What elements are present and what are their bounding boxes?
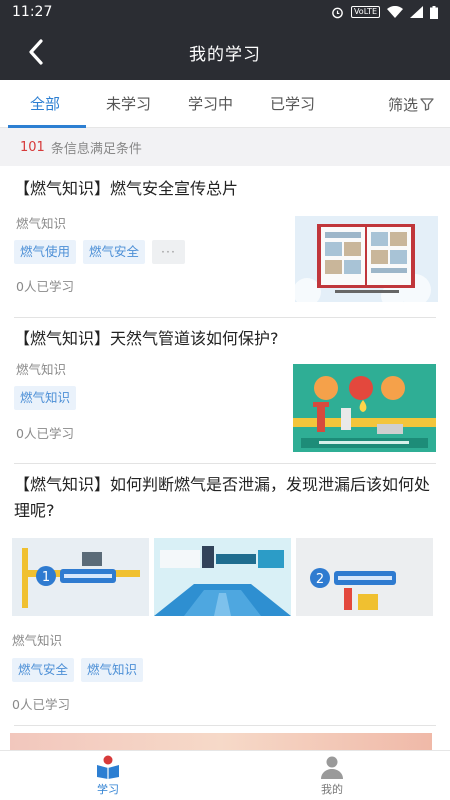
tab-all[interactable]: 全部 <box>30 80 60 128</box>
course-card-2[interactable]: 【燃气知识】天然气管道该如何保护? 燃气知识 燃气知识 0人已学习 <box>0 318 450 464</box>
image-illustration-3: 2 <box>296 538 433 616</box>
tab-in-progress[interactable]: 学习中 <box>188 80 233 128</box>
learner-count: 0人已学习 <box>16 426 74 441</box>
course-title: 【燃气知识】燃气安全宣传总片 <box>14 179 239 198</box>
course-category: 燃气知识 <box>16 362 67 377</box>
tabbar-study-label: 学习 <box>97 783 119 796</box>
thumbnail-illustration <box>295 216 438 302</box>
tab-completed[interactable]: 已学习 <box>270 80 315 128</box>
filter-label: 筛选 <box>387 95 418 114</box>
image-illustration-2 <box>154 538 291 616</box>
result-count-bar: 101 条信息满足条件 <box>0 128 450 166</box>
course-tag[interactable]: 燃气安全 <box>83 240 146 264</box>
course-thumbnail[interactable] <box>293 364 436 452</box>
course-tags: 燃气安全 燃气知识 <box>12 658 144 682</box>
course-card-3[interactable]: 【燃气知识】如何判断燃气是否泄漏，发现泄漏后该如何处理呢? 1 2 燃气知识 燃… <box>0 464 450 726</box>
nav-bar: 我的学习 <box>0 24 450 80</box>
step-number-1: 1 <box>42 570 50 585</box>
course-tags: 燃气知识 <box>14 386 77 410</box>
thumbnail-illustration <box>293 364 436 452</box>
course-title: 【燃气知识】天然气管道该如何保护? <box>14 329 279 348</box>
course-title: 【燃气知识】如何判断燃气是否泄漏，发现泄漏后该如何处理呢? <box>14 475 431 520</box>
volte-badge: VoLTE <box>350 6 380 18</box>
tabbar-profile-label: 我的 <box>321 783 343 796</box>
back-button[interactable] <box>20 36 52 68</box>
course-card-4-partial[interactable] <box>10 733 432 750</box>
chevron-left-icon <box>29 39 43 65</box>
course-image-3[interactable]: 2 <box>296 538 433 616</box>
wifi-icon <box>387 6 403 18</box>
course-thumbnail[interactable] <box>295 216 438 302</box>
card-divider <box>14 725 436 726</box>
course-tag[interactable]: 燃气知识 <box>81 658 144 682</box>
tab-strip: 全部 未学习 学习中 已学习 筛选 <box>0 80 450 128</box>
result-count: 101 <box>20 139 45 155</box>
result-count-text: 条信息满足条件 <box>50 141 142 157</box>
study-icon <box>97 755 119 779</box>
learner-count: 0人已学习 <box>12 697 70 712</box>
battery-icon <box>430 5 438 19</box>
more-tags-button[interactable]: ··· <box>152 240 185 264</box>
course-category: 燃气知识 <box>16 216 67 231</box>
tabbar-study[interactable]: 学习 <box>68 755 148 797</box>
filter-icon <box>420 98 434 111</box>
course-tags: 燃气使用 燃气安全 ··· <box>14 240 185 264</box>
image-illustration-1: 1 <box>12 538 149 616</box>
signal-icon <box>410 6 423 18</box>
course-tag[interactable]: 燃气使用 <box>14 240 77 264</box>
tabbar-profile[interactable]: 我的 <box>292 755 372 797</box>
alarm-icon <box>332 7 343 18</box>
tab-not-started[interactable]: 未学习 <box>106 80 151 128</box>
step-number-2: 2 <box>316 572 324 587</box>
course-category: 燃气知识 <box>12 633 63 648</box>
profile-icon <box>321 756 343 779</box>
learner-count: 0人已学习 <box>16 279 74 294</box>
course-image-1[interactable]: 1 <box>12 538 149 616</box>
course-tag[interactable]: 燃气知识 <box>14 386 77 410</box>
course-tag[interactable]: 燃气安全 <box>12 658 75 682</box>
page-title: 我的学习 <box>189 44 261 65</box>
filter-button[interactable]: 筛选 <box>388 80 434 128</box>
bottom-tab-bar: 学习 我的 <box>0 750 450 800</box>
status-icons: VoLTE <box>331 5 438 19</box>
course-card-1[interactable]: 【燃气知识】燃气安全宣传总片 燃气知识 燃气使用 燃气安全 ··· 0人已学习 <box>0 166 450 318</box>
status-bar: 11:27 VoLTE <box>0 0 450 24</box>
course-image-2[interactable] <box>154 538 291 616</box>
status-time: 11:27 <box>12 4 53 20</box>
